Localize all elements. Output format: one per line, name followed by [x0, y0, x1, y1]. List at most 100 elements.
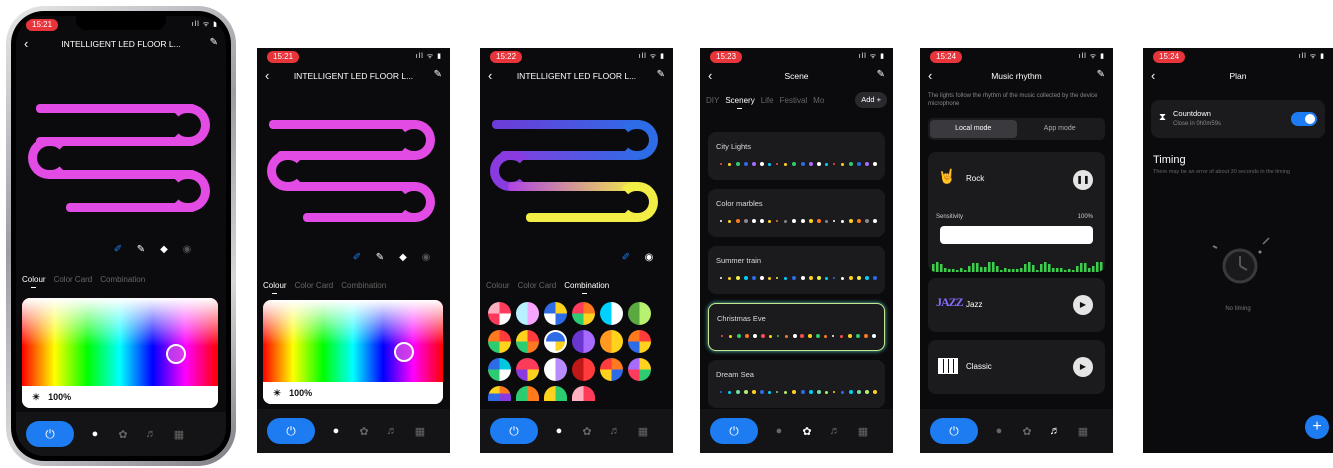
back-icon[interactable]: ‹ [488, 68, 492, 83]
tab-festival[interactable]: Festival [780, 96, 808, 105]
eraser-icon[interactable]: ◆ [154, 240, 174, 258]
ring-icon[interactable]: ◉ [416, 248, 436, 266]
brightness-slider[interactable]: ☀ 100% [263, 382, 443, 404]
music-icon[interactable]: ♬ [144, 428, 158, 440]
tab-color-card[interactable]: Color Card [518, 281, 557, 290]
brush-icon[interactable]: ✐ [108, 240, 128, 258]
combination-swatch[interactable] [544, 302, 567, 325]
bulb-icon[interactable]: ● [992, 425, 1006, 437]
grid-icon[interactable]: ▦ [1076, 425, 1090, 438]
back-icon[interactable]: ‹ [1151, 68, 1155, 83]
pen-icon[interactable]: ✎ [131, 240, 151, 258]
scene-card-city-lights[interactable]: City Lights [708, 132, 885, 180]
local-mode-button[interactable]: Local mode [930, 120, 1017, 138]
combination-swatch[interactable] [600, 302, 623, 325]
color-picker[interactable]: ☀ 100% [22, 298, 218, 408]
sensitivity-slider[interactable] [940, 226, 1093, 244]
combination-swatch[interactable] [544, 386, 567, 401]
color-picker-knob[interactable] [394, 342, 414, 362]
combination-swatch[interactable] [516, 386, 539, 401]
music-card-classic[interactable]: Classic ▶ [928, 340, 1105, 394]
power-button[interactable]: ⏻ [490, 418, 538, 444]
combination-swatch[interactable] [628, 302, 651, 325]
tab-combination[interactable]: Combination [564, 281, 609, 294]
power-button[interactable]: ⏻ [930, 418, 978, 444]
bulb-icon[interactable]: ● [329, 425, 343, 437]
combination-swatch[interactable] [516, 358, 539, 381]
power-button[interactable]: ⏻ [26, 421, 74, 447]
edit-icon[interactable]: ✎ [657, 69, 665, 80]
combination-swatch[interactable] [516, 330, 539, 353]
tab-scenery[interactable]: Scenery [725, 96, 755, 109]
combination-swatch[interactable] [516, 302, 539, 325]
combination-swatch[interactable] [572, 386, 595, 401]
ring-icon[interactable]: ◉ [177, 240, 197, 258]
scene-card-color-marbles[interactable]: Color marbles [708, 189, 885, 237]
palette-icon[interactable]: ✿ [1020, 425, 1034, 438]
eraser-icon[interactable]: ◆ [393, 248, 413, 266]
color-spectrum[interactable] [263, 300, 443, 382]
edit-icon[interactable]: ✎ [877, 69, 885, 80]
combination-swatch[interactable] [572, 302, 595, 325]
brightness-slider[interactable]: ☀ 100% [22, 386, 218, 408]
tab-combination[interactable]: Combination [341, 281, 386, 290]
palette-icon[interactable]: ✿ [580, 425, 594, 438]
combination-swatch[interactable] [488, 386, 511, 401]
back-icon[interactable]: ‹ [265, 68, 269, 83]
combination-swatch[interactable] [600, 358, 623, 381]
tab-colour[interactable]: Colour [22, 275, 46, 288]
music-icon[interactable]: ♬ [828, 425, 842, 437]
palette-icon[interactable]: ✿ [357, 425, 371, 438]
power-button[interactable]: ⏻ [267, 418, 315, 444]
music-card-rock[interactable]: 🤘 Rock ❚❚ Sensitivity 100% [928, 152, 1105, 272]
music-icon[interactable]: ♬ [608, 425, 622, 437]
tab-color-card[interactable]: Color Card [54, 275, 93, 284]
combination-swatch[interactable] [628, 358, 651, 381]
color-picker[interactable]: ☀ 100% [263, 300, 443, 404]
grid-icon[interactable]: ▦ [413, 425, 427, 438]
combination-swatch-selected[interactable] [544, 330, 567, 353]
combination-swatch[interactable] [572, 358, 595, 381]
bulb-icon[interactable]: ● [552, 425, 566, 437]
tab-color-card[interactable]: Color Card [295, 281, 334, 290]
grid-icon[interactable]: ▦ [856, 425, 870, 438]
tab-life[interactable]: Life [761, 96, 774, 105]
color-picker-knob[interactable] [166, 344, 186, 364]
back-icon[interactable]: ‹ [928, 68, 932, 83]
app-mode-button[interactable]: App mode [1017, 120, 1104, 138]
scene-card-summer-train[interactable]: Summer train [708, 246, 885, 294]
combination-swatch[interactable] [628, 330, 651, 353]
scene-card-dream-sea[interactable]: Dream Sea [708, 360, 885, 408]
add-timer-button[interactable]: + [1305, 415, 1329, 439]
bulb-icon[interactable]: ● [772, 425, 786, 437]
tab-combination[interactable]: Combination [100, 275, 145, 284]
combination-swatch[interactable] [572, 330, 595, 353]
palette-icon[interactable]: ✿ [116, 428, 130, 441]
palette-icon[interactable]: ✿ [800, 425, 814, 438]
bulb-icon[interactable]: ● [88, 428, 102, 440]
combination-swatch[interactable] [600, 330, 623, 353]
combination-swatch[interactable] [544, 358, 567, 381]
ring-icon[interactable]: ◉ [639, 248, 659, 266]
tab-colour[interactable]: Colour [486, 281, 510, 290]
grid-icon[interactable]: ▦ [636, 425, 650, 438]
scene-card-christmas-eve[interactable]: Christmas Eve [708, 303, 885, 351]
combination-swatch[interactable] [488, 330, 511, 353]
music-icon[interactable]: ♬ [1048, 425, 1062, 437]
back-icon[interactable]: ‹ [708, 68, 712, 83]
color-spectrum[interactable] [22, 298, 218, 386]
music-icon[interactable]: ♬ [385, 425, 399, 437]
edit-icon[interactable]: ✎ [1097, 69, 1105, 80]
tab-colour[interactable]: Colour [263, 281, 287, 294]
tab-diy[interactable]: DIY [706, 96, 719, 105]
play-button[interactable]: ▶ [1073, 357, 1093, 377]
back-icon[interactable]: ‹ [24, 36, 28, 51]
countdown-toggle[interactable] [1291, 112, 1317, 126]
add-scene-button[interactable]: Add + [855, 92, 887, 108]
power-button[interactable]: ⏻ [710, 418, 758, 444]
combination-swatch[interactable] [488, 358, 511, 381]
edit-icon[interactable]: ✎ [210, 37, 218, 48]
grid-icon[interactable]: ▦ [172, 428, 186, 441]
combination-swatch[interactable] [488, 302, 511, 325]
brush-icon[interactable]: ✐ [347, 248, 367, 266]
